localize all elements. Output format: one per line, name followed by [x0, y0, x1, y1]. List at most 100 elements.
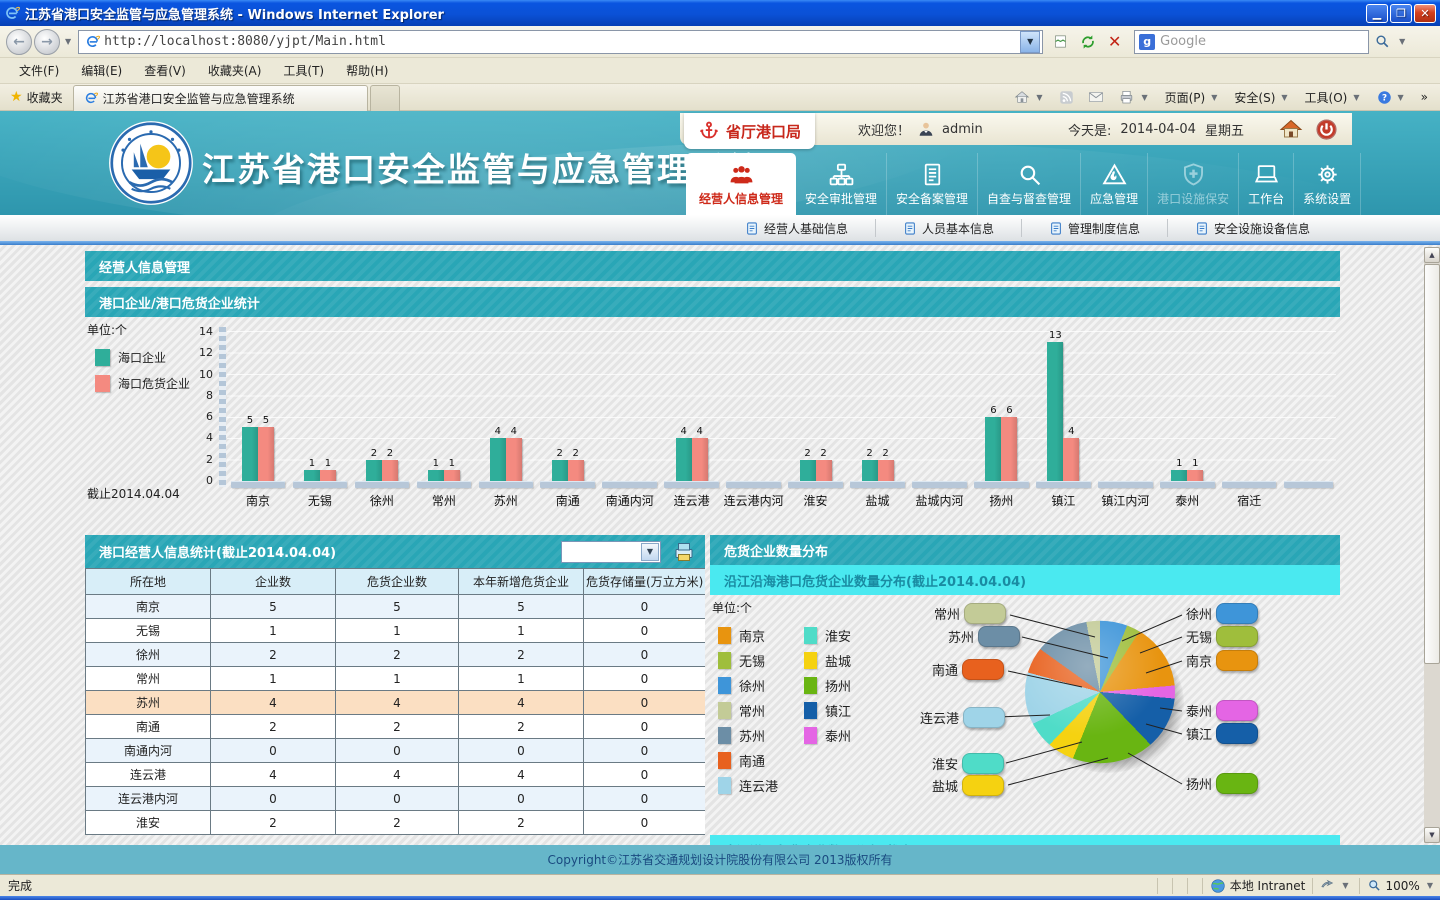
- table-cell: 0: [584, 619, 706, 643]
- search-button[interactable]: [1370, 30, 1395, 54]
- table-cell: 0: [336, 739, 459, 763]
- intranet-globe-icon: [1210, 878, 1226, 894]
- browser-tab[interactable]: 江苏省港口安全监管与应急管理系统: [73, 85, 368, 111]
- page-scrollbar[interactable]: ▲ ▼: [1424, 247, 1440, 843]
- tools-menu-button[interactable]: 工具(O)▼: [1299, 89, 1369, 106]
- nav-tab-shield[interactable]: 港口设施保安: [1148, 153, 1239, 215]
- print-button[interactable]: ▼: [1112, 89, 1156, 105]
- table-title-bar: 港口经营人信息统计(截止2014.04.04) ▼: [85, 535, 705, 568]
- menu-item[interactable]: 工具(T): [272, 59, 335, 82]
- pie-legend-item: 淮安: [804, 623, 851, 648]
- zoom-control[interactable]: 100% ▼: [1367, 878, 1436, 893]
- subnav-item[interactable]: 安全设施设备信息: [1167, 219, 1337, 237]
- bureau-tab[interactable]: 省厅港口局: [684, 113, 815, 149]
- search-icon: [1016, 162, 1043, 187]
- subnav-item[interactable]: 人员基本信息: [875, 219, 1021, 237]
- search-options-dropdown-icon[interactable]: ▼: [1399, 37, 1405, 46]
- table-print-icon[interactable]: [671, 540, 697, 564]
- bar-chart-categories: 南京无锡徐州常州苏州南通南通内河连云港连云港内河淮安盐城盐城内河扬州镇江镇江内河…: [227, 492, 1336, 509]
- menu-item[interactable]: 查看(V): [133, 59, 197, 82]
- new-tab-button[interactable]: [370, 85, 400, 111]
- nav-tab-warning[interactable]: 应急管理: [1081, 153, 1148, 215]
- subnav-item[interactable]: 管理制度信息: [1021, 219, 1167, 237]
- nav-tab-label: 安全审批管理: [805, 190, 877, 207]
- menu-item[interactable]: 帮助(H): [335, 59, 399, 82]
- pie-legend-item: 常州: [718, 698, 778, 723]
- toolbar-overflow-chevron[interactable]: »: [1415, 90, 1434, 104]
- nav-tab-label: 安全备案管理: [896, 190, 968, 207]
- menu-item[interactable]: 文件(F): [8, 59, 70, 82]
- table-cell: 0: [584, 667, 706, 691]
- search-box[interactable]: g Google: [1134, 30, 1369, 54]
- favorites-button[interactable]: ★ 收藏夹: [0, 84, 73, 110]
- table-cell: 0: [459, 787, 584, 811]
- logout-power-icon[interactable]: [1315, 118, 1338, 141]
- protected-mode-button[interactable]: ▼: [1320, 878, 1351, 893]
- table-row[interactable]: 南通内河0000: [86, 739, 706, 763]
- system-title: 江苏省港口安全监管与应急管理系统: [202, 143, 762, 191]
- table-cell: 连云港内河: [86, 787, 211, 811]
- table-cell: 1: [336, 619, 459, 643]
- table-filter-select[interactable]: ▼: [561, 541, 661, 563]
- scroll-down-icon[interactable]: ▼: [1424, 827, 1440, 843]
- scroll-up-icon[interactable]: ▲: [1424, 247, 1440, 263]
- warning-icon: [1101, 162, 1128, 187]
- home-page-icon[interactable]: [1279, 117, 1303, 141]
- minimize-button[interactable]: ▁: [1366, 4, 1388, 23]
- help-button[interactable]: ?▼: [1371, 90, 1413, 105]
- table-cell: 南通内河: [86, 739, 211, 763]
- table-row[interactable]: 苏州4440: [86, 691, 706, 715]
- back-button[interactable]: ←: [6, 29, 32, 55]
- scrollbar-thumb[interactable]: [1424, 264, 1440, 664]
- rss-button[interactable]: [1053, 90, 1080, 105]
- nav-tab-document[interactable]: 安全备案管理: [887, 153, 978, 215]
- table-cell: 0: [584, 691, 706, 715]
- refresh-button[interactable]: [1075, 30, 1100, 54]
- document-icon: [745, 221, 759, 236]
- nav-tab-search[interactable]: 自查与督查管理: [978, 153, 1081, 215]
- forward-button[interactable]: →: [34, 29, 60, 55]
- bar-group: 66: [970, 405, 1032, 481]
- table-cell: 苏州: [86, 691, 211, 715]
- table-row[interactable]: 徐州2220: [86, 643, 706, 667]
- menu-item[interactable]: 收藏夹(A): [197, 59, 273, 82]
- table-cell: 淮安: [86, 811, 211, 835]
- bar-chart-legend: 海口企业海口危货企业: [95, 349, 190, 401]
- document-icon: [919, 162, 946, 187]
- home-dropdown-icon[interactable]: ▼: [1036, 93, 1042, 102]
- bar-group: 22: [847, 448, 909, 481]
- stop-button[interactable]: ✕: [1102, 30, 1127, 54]
- table-row[interactable]: 连云港4440: [86, 763, 706, 787]
- table-row[interactable]: 无锡1110: [86, 619, 706, 643]
- nav-tab-gear[interactable]: 系统设置: [1294, 153, 1361, 215]
- distribution-panel: 危货企业数量分布 沿江沿海港口危货企业数量分布(截止2014.04.04) 单位…: [710, 535, 1340, 845]
- url-dropdown-button[interactable]: ▼: [1020, 31, 1040, 53]
- url-input[interactable]: http://localhost:8080/yjpt/Main.html ▼: [78, 30, 1043, 54]
- close-button[interactable]: ✕: [1414, 4, 1436, 23]
- page-menu-button[interactable]: 页面(P)▼: [1159, 89, 1227, 106]
- subnav-item[interactable]: 经营人基础信息: [718, 219, 875, 237]
- print-dropdown-icon[interactable]: ▼: [1141, 93, 1147, 102]
- table-row[interactable]: 南京5550: [86, 595, 706, 619]
- table-cell: 连云港: [86, 763, 211, 787]
- compatibility-view-button[interactable]: [1048, 30, 1073, 54]
- history-dropdown-icon[interactable]: ▼: [65, 37, 71, 46]
- pie-callout-left: 盐城: [932, 775, 1004, 796]
- home-button[interactable]: ▼: [1008, 89, 1051, 105]
- callout-pill: [1216, 650, 1258, 671]
- nav-tab-laptop[interactable]: 工作台: [1239, 153, 1294, 215]
- chart-banner: 港口企业/港口危货企业统计: [85, 287, 1340, 317]
- menu-item[interactable]: 编辑(E): [70, 59, 133, 82]
- nav-tab-orgchart[interactable]: 安全审批管理: [796, 153, 887, 215]
- table-row[interactable]: 连云港内河0000: [86, 787, 706, 811]
- restore-button[interactable]: ❐: [1390, 4, 1412, 23]
- mail-button[interactable]: [1082, 90, 1110, 104]
- nav-tab-label: 港口设施保安: [1157, 190, 1229, 207]
- search-placeholder: Google: [1160, 34, 1206, 49]
- security-menu-button[interactable]: 安全(S)▼: [1228, 89, 1296, 106]
- table-row[interactable]: 南通2220: [86, 715, 706, 739]
- table-row[interactable]: 淮安2220: [86, 811, 706, 835]
- table-row[interactable]: 常州1110: [86, 667, 706, 691]
- nav-tab-people[interactable]: 经营人信息管理: [686, 153, 796, 215]
- pie-chart: [1025, 621, 1175, 764]
